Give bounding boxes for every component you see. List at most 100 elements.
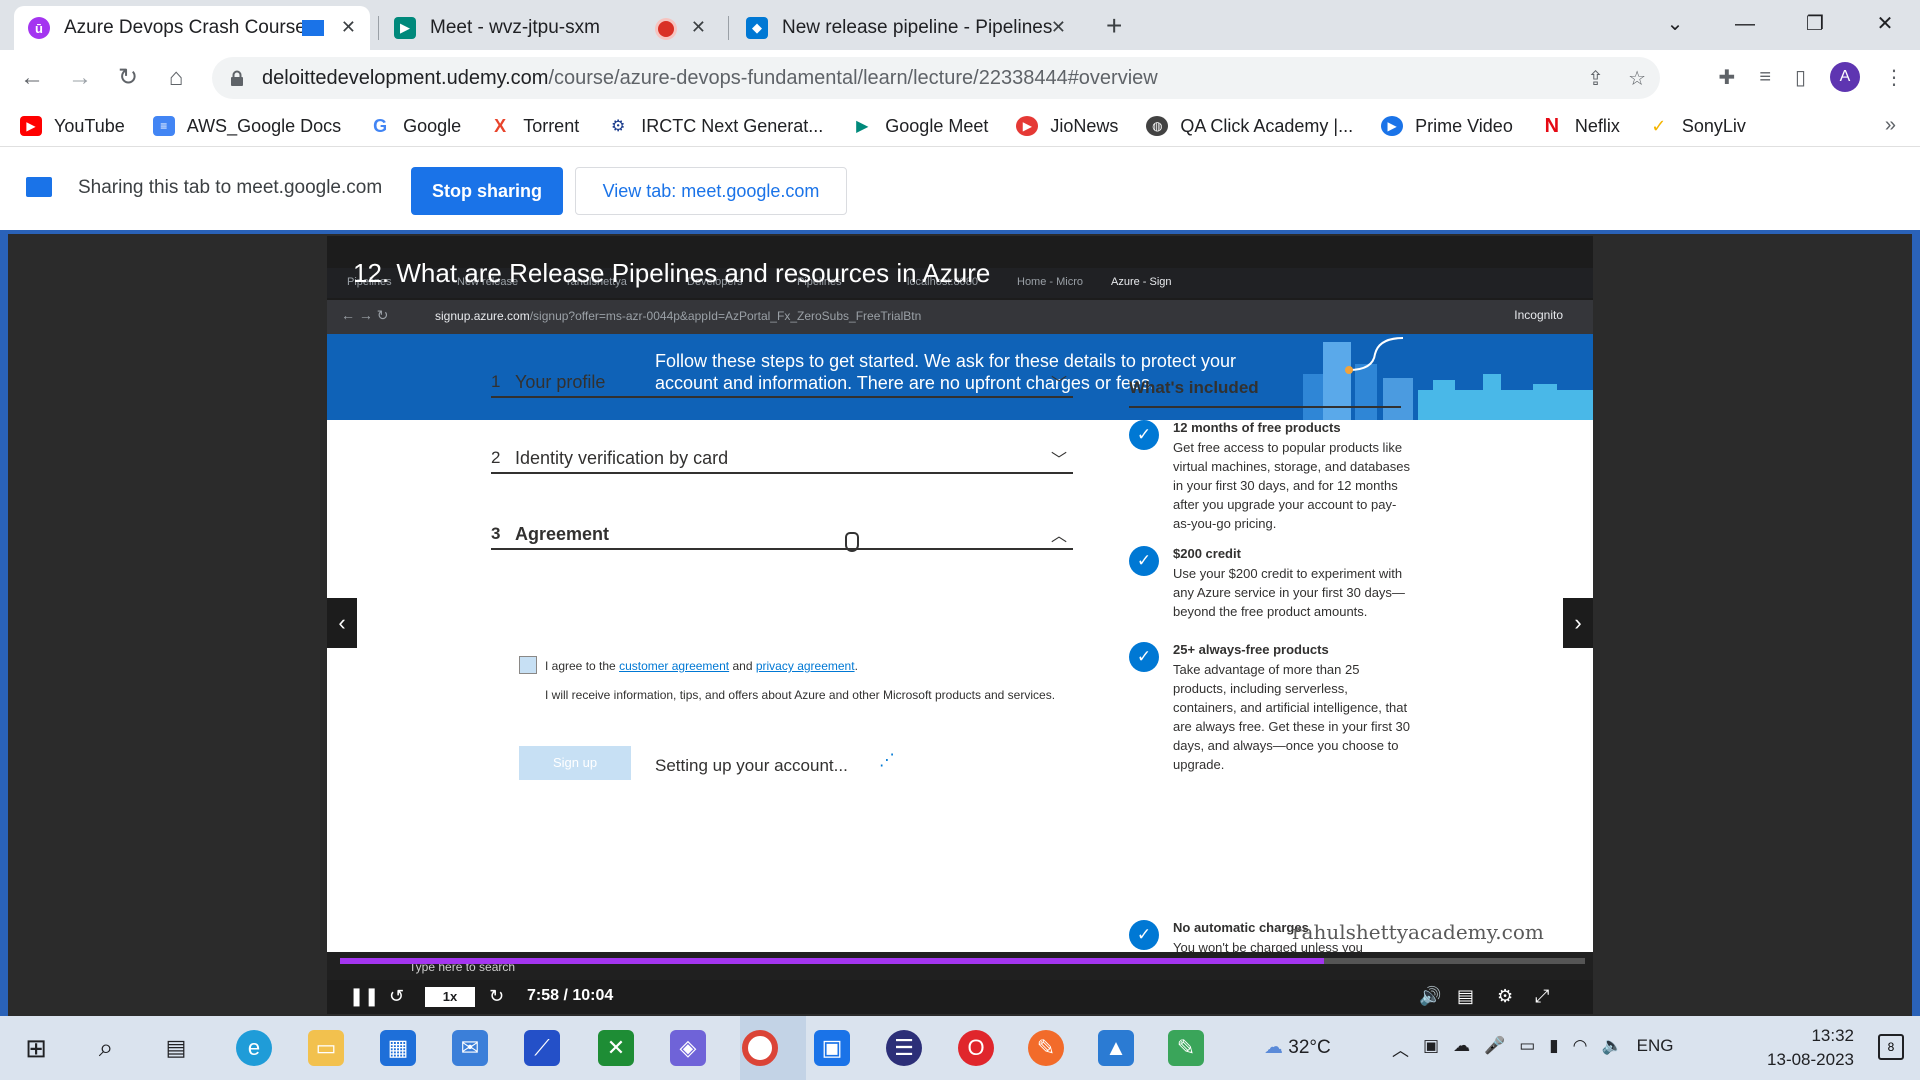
- minimize-icon[interactable]: —: [1710, 6, 1780, 42]
- agree-checkbox[interactable]: [519, 656, 537, 674]
- postman-icon[interactable]: ✎: [1028, 1030, 1064, 1066]
- video-nav-icons: ← → ↻: [341, 307, 389, 323]
- bookmark-qa-click-academy[interactable]: ◍ QA Click Academy |...: [1146, 116, 1353, 137]
- search-icon[interactable]: ⌕: [88, 1030, 124, 1066]
- step-agreement[interactable]: 3 Agreement ︿: [491, 516, 1073, 550]
- media-control-icon[interactable]: ≡: [1759, 66, 1771, 89]
- speaker-icon[interactable]: 🔈: [1602, 1036, 1623, 1061]
- teams-icon[interactable]: ◈: [670, 1030, 706, 1066]
- microsoft-store-icon[interactable]: ▦: [380, 1030, 416, 1066]
- display-icon[interactable]: ▭: [1519, 1036, 1535, 1061]
- settings-gear-icon[interactable]: ⚙: [1497, 986, 1513, 1007]
- bookmark-sonyliv[interactable]: ✓ SonyLiv: [1648, 116, 1746, 137]
- bookmark-irctc[interactable]: ⚙ IRCTC Next Generat...: [607, 116, 823, 137]
- profile-avatar[interactable]: A: [1830, 62, 1860, 92]
- bookmark-youtube[interactable]: ▶ YouTube: [20, 116, 125, 137]
- tray-app-icon[interactable]: ▣: [1423, 1036, 1439, 1061]
- tab-udemy[interactable]: ū Azure Devops Crash Course ✕: [14, 6, 370, 50]
- weather-widget[interactable]: ☁ 32°C: [1264, 1036, 1331, 1059]
- check-circle-icon: ✓: [1129, 546, 1159, 576]
- udemy-icon: ū: [28, 17, 50, 39]
- bookmarks-bar: ▶ YouTube ≡ AWS_Google Docs G Google X Torre…: [0, 106, 1920, 146]
- bookmark-google[interactable]: G Google: [369, 116, 461, 137]
- opera-icon[interactable]: O: [958, 1030, 994, 1066]
- incognito-label: Incognito: [1514, 308, 1563, 322]
- step-your-profile[interactable]: 1 Your profile ﹀: [491, 364, 1073, 398]
- bookmark-google-meet[interactable]: ▶ Google Meet: [851, 116, 988, 137]
- tab-separator: [728, 16, 729, 40]
- fullscreen-icon[interactable]: ⤢: [1535, 986, 1549, 1007]
- previous-lecture-button[interactable]: ‹: [327, 598, 357, 648]
- view-tab-button[interactable]: View tab: meet.google.com: [575, 167, 847, 215]
- close-window-icon[interactable]: ✕: [1850, 6, 1920, 42]
- video-progress-bar[interactable]: [340, 958, 1585, 964]
- xbox-icon[interactable]: ✕: [598, 1030, 634, 1066]
- close-tab-icon[interactable]: ✕: [691, 17, 706, 38]
- tab-search-icon[interactable]: ⌄: [1640, 6, 1710, 42]
- globe-icon: ◍: [1146, 116, 1169, 136]
- bookmark-star-icon[interactable]: ☆: [1628, 66, 1646, 91]
- url-text: deloittedevelopment.udemy.com/course/azu…: [262, 67, 1158, 90]
- video-time: 7:58 / 10:04: [527, 987, 614, 1004]
- sign-up-button[interactable]: Sign up: [519, 746, 631, 780]
- address-bar[interactable]: deloittedevelopment.udemy.com/course/azu…: [212, 57, 1660, 99]
- new-tab-button[interactable]: +: [1106, 10, 1122, 42]
- microphone-icon[interactable]: 🎤: [1484, 1036, 1505, 1061]
- notepad-plus-icon[interactable]: ✎: [1168, 1030, 1204, 1066]
- privacy-agreement-link[interactable]: privacy agreement: [756, 659, 855, 673]
- forward-skip-icon[interactable]: ↻: [489, 986, 504, 1007]
- marketing-info-text: I will receive information, tips, and of…: [545, 688, 1056, 702]
- back-icon[interactable]: ←: [16, 62, 48, 94]
- bookmark-prime-video[interactable]: ▶ Prime Video: [1381, 116, 1513, 137]
- bookmark-jionews[interactable]: ▶ JioNews: [1016, 116, 1118, 137]
- rewind-icon[interactable]: ↺: [389, 986, 404, 1007]
- file-explorer-icon[interactable]: ▭: [308, 1030, 344, 1066]
- share-icon[interactable]: ⇪: [1587, 66, 1604, 91]
- edge-icon[interactable]: e: [236, 1030, 272, 1066]
- photos-icon[interactable]: ▲: [1098, 1030, 1134, 1066]
- task-view-icon[interactable]: ▤: [158, 1030, 194, 1066]
- language-indicator[interactable]: ENG: [1637, 1036, 1674, 1061]
- eclipse-icon[interactable]: ☰: [886, 1030, 922, 1066]
- cloud-icon: ☁: [1264, 1037, 1283, 1058]
- next-lecture-button[interactable]: ›: [1563, 598, 1593, 648]
- chevron-down-icon: ﹀: [1050, 452, 1067, 469]
- lock-icon: [230, 70, 244, 86]
- recording-icon: [658, 21, 674, 37]
- side-panel-icon[interactable]: ▯: [1795, 65, 1806, 90]
- more-bookmarks-icon[interactable]: »: [1885, 114, 1896, 137]
- home-icon[interactable]: ⌂: [160, 62, 192, 94]
- stop-sharing-button[interactable]: Stop sharing: [411, 167, 563, 215]
- remote-desktop-icon[interactable]: ▣: [814, 1030, 850, 1066]
- tab-pipelines[interactable]: ◆ New release pipeline - Pipelines ✕: [732, 6, 1080, 50]
- bookmark-neflix[interactable]: N Neflix: [1541, 115, 1620, 137]
- chevron-up-icon[interactable]: ︿: [1392, 1036, 1409, 1061]
- onedrive-icon[interactable]: ☁: [1453, 1036, 1470, 1061]
- youtube-icon: ▶: [20, 116, 42, 136]
- windows-start-icon[interactable]: ⊞: [18, 1030, 54, 1066]
- clock[interactable]: 13:32 13-08-2023: [1767, 1024, 1854, 1072]
- wifi-icon[interactable]: ◠: [1573, 1036, 1588, 1061]
- chrome-icon[interactable]: [742, 1030, 778, 1066]
- close-tab-icon[interactable]: ✕: [341, 17, 356, 38]
- mail-icon[interactable]: ✉: [452, 1030, 488, 1066]
- tab-meet[interactable]: ▶ Meet - wvz-jtpu-sxm ✕: [380, 6, 720, 50]
- bookmark-aws-google-docs[interactable]: ≡ AWS_Google Docs: [152, 116, 341, 137]
- customer-agreement-link[interactable]: customer agreement: [619, 659, 729, 673]
- reload-icon[interactable]: ↻: [112, 62, 144, 94]
- menu-icon[interactable]: ⋮: [1884, 65, 1904, 90]
- captions-icon[interactable]: ▤: [1457, 986, 1474, 1007]
- extensions-icon[interactable]: ✚: [1719, 65, 1736, 90]
- playback-speed-button[interactable]: 1x: [425, 987, 475, 1007]
- tab-sharing-bar: Sharing this tab to meet.google.com Stop…: [0, 146, 1920, 230]
- bookmark-torrent[interactable]: X Torrent: [489, 116, 579, 137]
- vscode-icon[interactable]: ⟋: [524, 1030, 560, 1066]
- step-identity-verification[interactable]: 2 Identity verification by card ﹀: [491, 440, 1073, 474]
- restore-icon[interactable]: ❐: [1780, 6, 1850, 42]
- volume-icon[interactable]: 🔊: [1419, 986, 1441, 1007]
- battery-icon[interactable]: ▮: [1549, 1036, 1558, 1061]
- forward-icon[interactable]: →: [64, 62, 96, 94]
- close-tab-icon[interactable]: ✕: [1051, 17, 1066, 38]
- notifications-icon[interactable]: 8: [1878, 1034, 1904, 1060]
- pause-icon[interactable]: ❚❚: [349, 986, 379, 1007]
